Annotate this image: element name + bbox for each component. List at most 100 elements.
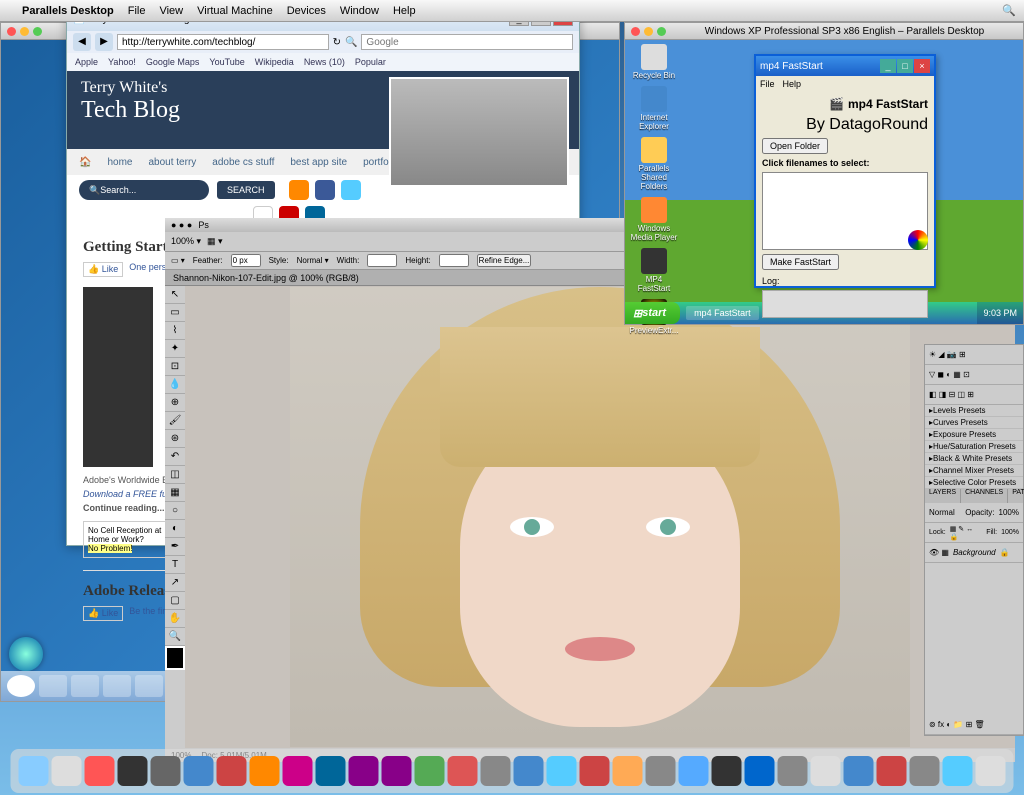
preset[interactable]: ▸ Hue/Saturation Presets <box>925 441 1023 453</box>
bookmark[interactable]: YouTube <box>209 57 244 67</box>
layer-row[interactable]: 👁 ▦ Background 🔒 <box>925 543 1023 563</box>
dock-app[interactable] <box>118 756 148 786</box>
marquee-tool[interactable]: ▭ <box>165 304 185 322</box>
width-input[interactable] <box>367 254 397 267</box>
dock-app[interactable] <box>910 756 940 786</box>
tab-layers[interactable]: LAYERS <box>925 489 961 503</box>
open-folder-button[interactable]: Open Folder <box>762 138 828 154</box>
feather-input[interactable] <box>231 254 261 267</box>
tab-paths[interactable]: PATHS <box>1008 489 1024 503</box>
menu-vm[interactable]: Virtual Machine <box>197 5 273 17</box>
search-box[interactable] <box>361 34 573 50</box>
pen-tool[interactable]: ✒ <box>165 538 185 556</box>
spotlight-icon[interactable]: 🔍 <box>1002 4 1016 17</box>
layer-buttons[interactable]: ⊚ fx ◐ 📁 ⊞ 🗑 <box>925 715 1023 735</box>
zoom-icon[interactable] <box>33 27 42 36</box>
dock-skype[interactable] <box>943 756 973 786</box>
minimize-icon[interactable] <box>20 27 29 36</box>
nav-home[interactable]: home <box>107 157 132 168</box>
dodge-tool[interactable]: ◐ <box>165 520 185 538</box>
eraser-tool[interactable]: ◫ <box>165 466 185 484</box>
xp-start-button[interactable]: ⊞ start <box>625 302 680 324</box>
dock-app[interactable] <box>481 756 511 786</box>
dock-mail[interactable] <box>547 756 577 786</box>
minimize-button[interactable]: _ <box>880 59 896 73</box>
make-faststart-button[interactable]: Make FastStart <box>762 254 839 270</box>
xp-titlebar[interactable]: Windows XP Professional SP3 x86 English … <box>624 22 1024 40</box>
ps-canvas[interactable] <box>185 286 1015 748</box>
brush-tool[interactable]: 🖌 <box>165 412 185 430</box>
dock-app[interactable] <box>745 756 775 786</box>
dock-app[interactable] <box>712 756 742 786</box>
move-tool[interactable]: ↖ <box>165 286 185 304</box>
dock-app[interactable] <box>613 756 643 786</box>
zoom-level[interactable]: 100% ▾ <box>171 236 201 247</box>
zoom-icon[interactable] <box>657 27 666 36</box>
dock-app[interactable] <box>778 756 808 786</box>
lasso-tool[interactable]: ⌇ <box>165 322 185 340</box>
minimize-icon[interactable] <box>644 27 653 36</box>
heal-tool[interactable]: ⊕ <box>165 394 185 412</box>
taskbar-wmp[interactable] <box>103 675 131 697</box>
xp-tray[interactable]: 9:03 PM <box>977 302 1023 324</box>
dock-app[interactable] <box>184 756 214 786</box>
forward-button[interactable]: ▶ <box>95 33 113 51</box>
xp-recycle-icon[interactable]: Recycle Bin <box>629 44 679 80</box>
dock-app[interactable] <box>844 756 874 786</box>
dock-app[interactable] <box>52 756 82 786</box>
adj-icons-row[interactable]: ☀ ◢ 📷 ⊞ <box>925 345 1023 365</box>
dock-trash[interactable] <box>976 756 1006 786</box>
dock-dw[interactable] <box>415 756 445 786</box>
dock-ae[interactable] <box>382 756 412 786</box>
blur-tool[interactable]: ○ <box>165 502 185 520</box>
preset[interactable]: ▸ Black & White Presets <box>925 453 1023 465</box>
xp-task-item[interactable]: mp4 FastStart <box>686 306 759 320</box>
refresh-icon[interactable]: ↻ <box>333 37 341 48</box>
preset[interactable]: ▸ Exposure Presets <box>925 429 1023 441</box>
dock-ps[interactable] <box>316 756 346 786</box>
address-bar[interactable] <box>117 34 329 50</box>
dock-app[interactable] <box>646 756 676 786</box>
nav-apps[interactable]: best app site <box>290 157 347 168</box>
dock-app[interactable] <box>811 756 841 786</box>
menu-file[interactable]: File <box>760 79 775 89</box>
preset[interactable]: ▸ Curves Presets <box>925 417 1023 429</box>
menu-help[interactable]: Help <box>393 5 416 17</box>
dock-app[interactable] <box>85 756 115 786</box>
dock-pr[interactable] <box>349 756 379 786</box>
tab-channels[interactable]: CHANNELS <box>961 489 1008 503</box>
maximize-button[interactable]: □ <box>897 59 913 73</box>
taskbar-ie[interactable] <box>39 675 67 697</box>
close-icon[interactable] <box>7 27 16 36</box>
mac-menubar[interactable]: Parallels Desktop File View Virtual Mach… <box>0 0 1024 22</box>
continue-link[interactable]: Continue reading... <box>83 503 165 513</box>
finder-icon[interactable] <box>19 756 49 786</box>
bookmark[interactable]: Wikipedia <box>255 57 294 67</box>
xp-ie-icon[interactable]: Internet Explorer <box>629 86 679 131</box>
dock-fl[interactable] <box>448 756 478 786</box>
taskbar-explorer[interactable] <box>71 675 99 697</box>
dock-itunes[interactable] <box>679 756 709 786</box>
ad-box[interactable]: No Cell Reception at Home or Work?No Pro… <box>83 521 173 558</box>
taskbar-app[interactable] <box>135 675 163 697</box>
nav-adobe[interactable]: adobe cs stuff <box>212 157 274 168</box>
close-icon[interactable] <box>631 27 640 36</box>
dock-app[interactable] <box>217 756 247 786</box>
gradient-tool[interactable]: ▦ <box>165 484 185 502</box>
history-tool[interactable]: ↶ <box>165 448 185 466</box>
home-icon[interactable]: 🏠 <box>79 157 91 168</box>
bookmark[interactable]: Google Maps <box>146 57 200 67</box>
type-tool[interactable]: T <box>165 556 185 574</box>
shape-tool[interactable]: ▢ <box>165 592 185 610</box>
dock-parallels[interactable] <box>877 756 907 786</box>
crop-tool[interactable]: ⊡ <box>165 358 185 376</box>
like-button[interactable]: 👍 Like <box>83 606 123 621</box>
height-input[interactable] <box>439 254 469 267</box>
bookmark[interactable]: Popular <box>355 57 386 67</box>
dock-ical[interactable] <box>580 756 610 786</box>
dock-app[interactable] <box>151 756 181 786</box>
xp-wmp-icon[interactable]: Windows Media Player <box>629 197 679 242</box>
adj-icons-row[interactable]: ▽ ◼ ◐ ▦ ⊡ <box>925 365 1023 385</box>
blend-select[interactable]: Normal <box>929 508 955 517</box>
style-select[interactable]: Normal ▾ <box>297 256 329 265</box>
